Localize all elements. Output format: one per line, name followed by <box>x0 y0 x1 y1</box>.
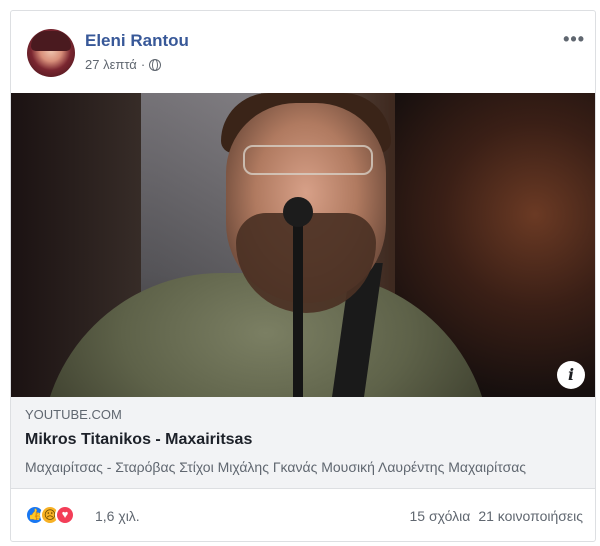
meta-separator: · <box>140 57 146 72</box>
mic-stand <box>293 203 303 397</box>
info-icon[interactable]: i <box>557 361 585 389</box>
link-description: Μαχαιρίτσας - Σταρόβας Στίχοι Μιχάλης Γκ… <box>25 459 527 475</box>
video-thumbnail[interactable]: i <box>11 93 595 397</box>
reactions-bar: 👍 ☹ ♥ 1,6 χιλ. 15 σχόλια 21 κοινοποιήσει… <box>11 489 595 541</box>
shares-count[interactable]: 21 κοινοποιήσεις <box>478 508 583 524</box>
post-card: Eleni Rantou 27 λεπτά · ••• i YOUTUBE.CO… <box>10 10 596 542</box>
link-title[interactable]: Mikros Titanikos - Maxairitsas <box>25 431 252 449</box>
reaction-count[interactable]: 1,6 χιλ. <box>95 508 140 524</box>
avatar[interactable] <box>27 29 75 77</box>
link-preview[interactable]: YOUTUBE.COM Mikros Titanikos - Maxairits… <box>11 397 595 489</box>
reaction-icons[interactable]: 👍 ☹ ♥ <box>25 505 75 525</box>
microphone <box>283 197 313 227</box>
more-options-icon[interactable]: ••• <box>563 29 585 50</box>
avatar-hair <box>31 31 71 51</box>
comments-count[interactable]: 15 σχόλια <box>410 508 471 524</box>
comments-shares: 15 σχόλια 21 κοινοποιήσεις <box>410 508 583 524</box>
love-icon: ♥ <box>55 505 75 525</box>
post-header: Eleni Rantou 27 λεπτά · ••• <box>11 11 595 93</box>
link-domain: YOUTUBE.COM <box>25 407 122 422</box>
post-meta: 27 λεπτά · <box>85 57 162 72</box>
post-time[interactable]: 27 λεπτά <box>85 57 137 72</box>
author-name[interactable]: Eleni Rantou <box>85 31 189 51</box>
globe-icon <box>149 58 162 71</box>
singer-glasses <box>243 145 373 175</box>
